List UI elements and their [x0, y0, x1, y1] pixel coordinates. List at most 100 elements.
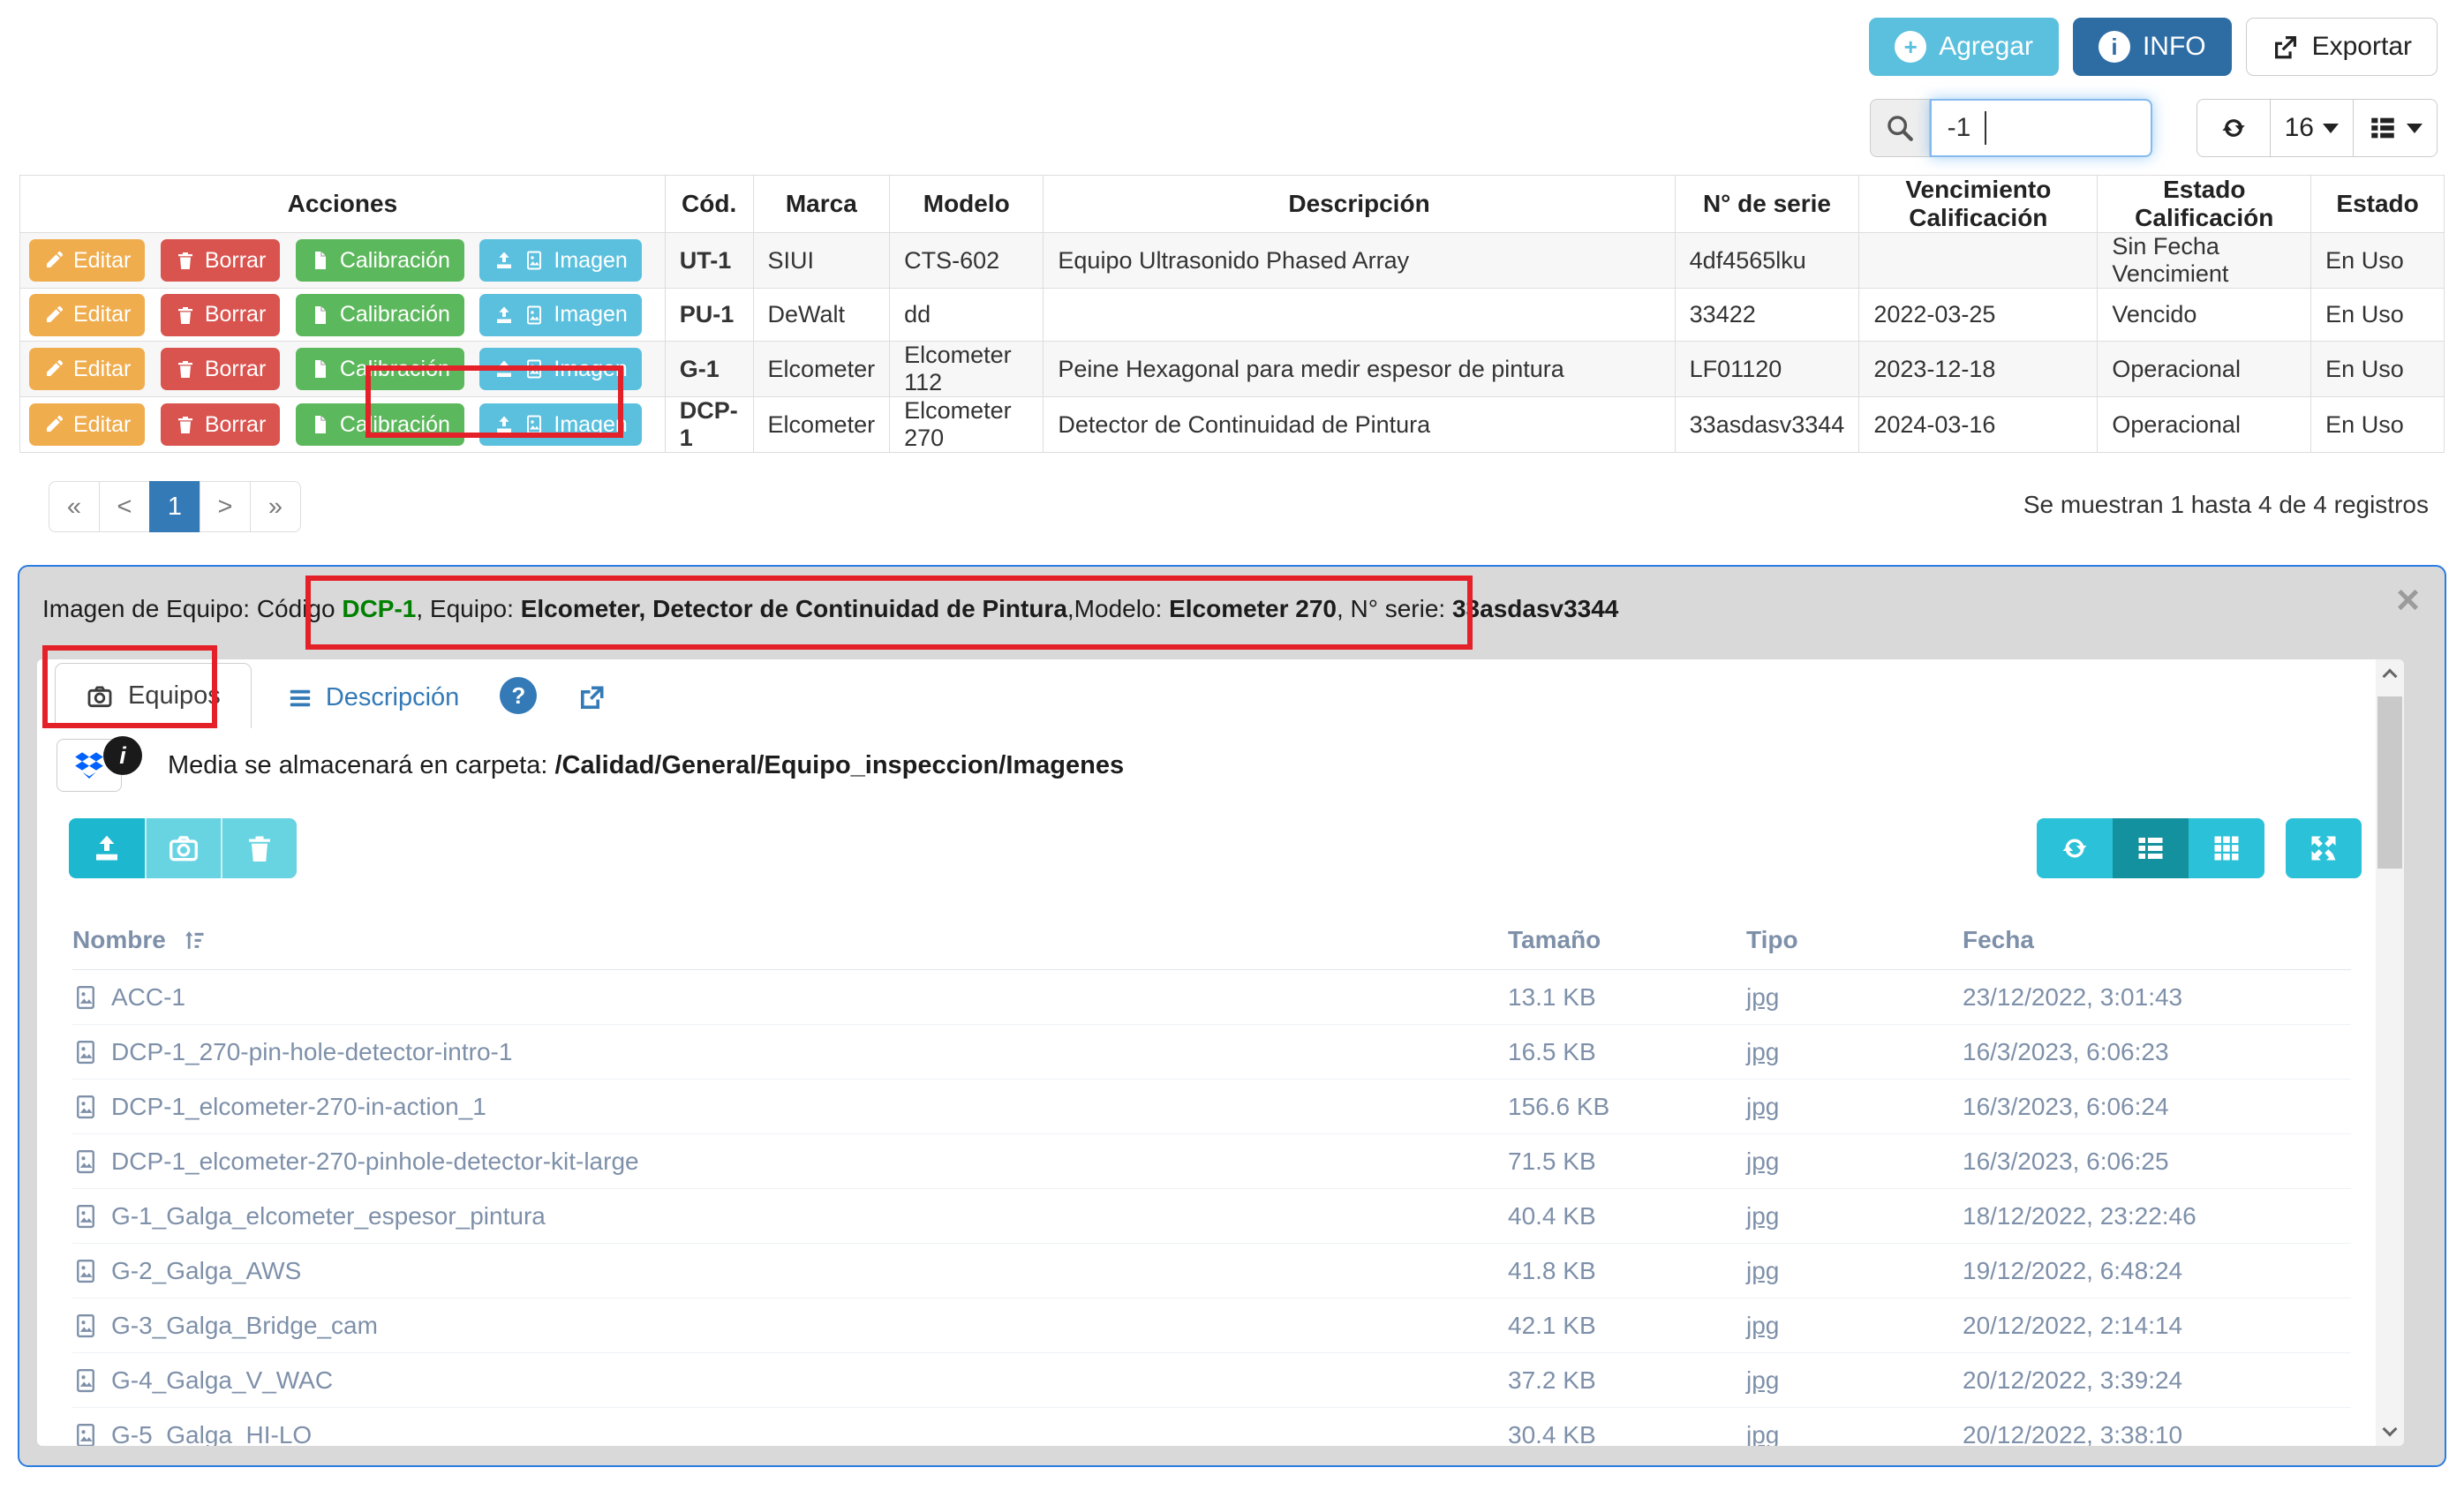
serie-cell: 4df4565lku [1675, 233, 1859, 289]
file-image-icon [72, 1039, 99, 1065]
editar-button[interactable]: Editar [29, 294, 145, 336]
imagen-button-dcp1[interactable]: Imagen [479, 403, 641, 446]
file-header-tipo[interactable]: Tipo [1746, 926, 1963, 954]
editar-button[interactable]: Editar [29, 403, 145, 446]
file-header-tamano[interactable]: Tamaño [1508, 926, 1746, 954]
file-date: 23/12/2022, 3:01:43 [1963, 983, 2351, 1012]
file-type-link[interactable]: jpg [1746, 1148, 1963, 1176]
fullscreen-button[interactable] [2286, 818, 2362, 878]
file-name-link[interactable]: G-3_Galga_Bridge_cam [72, 1312, 1508, 1340]
borrar-button[interactable]: Borrar [161, 403, 280, 446]
exportar-button[interactable]: Exportar [2246, 18, 2438, 76]
table-controls: 16 [2197, 99, 2438, 157]
modelo-cell: Elcometer 270 [890, 397, 1044, 453]
file-name-link[interactable]: DCP-1_elcometer-270-in-action_1 [72, 1093, 1508, 1121]
estado-cell: En Uso [2311, 289, 2445, 342]
modal-title-modelo-label: ,Modelo: [1067, 595, 1169, 622]
borrar-button[interactable]: Borrar [161, 294, 280, 336]
editar-button[interactable]: Editar [29, 348, 145, 390]
file-image-icon [72, 1313, 99, 1339]
page-size-dropdown[interactable]: 16 [2270, 99, 2354, 157]
pagination-next[interactable]: > [200, 481, 251, 532]
help-icon[interactable]: ? [500, 677, 537, 714]
borrar-button[interactable]: Borrar [161, 348, 280, 390]
refresh-button[interactable] [2197, 99, 2271, 157]
calibracion-button[interactable]: Calibración [296, 348, 464, 390]
imagen-button[interactable]: Imagen [479, 294, 641, 336]
file-row: G-1_Galga_elcometer_espesor_pintura 40.4… [72, 1189, 2351, 1244]
list-view-button[interactable] [2113, 818, 2189, 878]
file-type-link[interactable]: jpg [1746, 1421, 1963, 1447]
header-vencimiento[interactable]: Vencimiento Calificación [1859, 176, 2098, 233]
file-type-link[interactable]: jpg [1746, 1038, 1963, 1066]
file-type-link[interactable]: jpg [1746, 1312, 1963, 1340]
file-name-link[interactable]: G-1_Galga_elcometer_espesor_pintura [72, 1202, 1508, 1230]
external-link-icon[interactable] [576, 682, 607, 714]
tab-equipos[interactable]: Equipos [55, 663, 252, 728]
camera-capture-button[interactable] [145, 818, 221, 878]
vertical-scrollbar[interactable] [2376, 659, 2404, 1446]
file-type-link[interactable]: jpg [1746, 1257, 1963, 1285]
delete-files-button[interactable] [221, 818, 297, 878]
header-marca[interactable]: Marca [753, 176, 890, 233]
borrar-label: Borrar [205, 357, 266, 382]
upload-icon [494, 358, 515, 380]
pagination-first[interactable]: « [49, 481, 100, 532]
borrar-button[interactable]: Borrar [161, 239, 280, 282]
file-name-link[interactable]: G-2_Galga_AWS [72, 1257, 1508, 1285]
borrar-label: Borrar [205, 412, 266, 438]
columns-dropdown[interactable] [2353, 99, 2438, 157]
pagination-last[interactable]: » [250, 481, 301, 532]
header-cod[interactable]: Cód. [665, 176, 753, 233]
calibracion-button[interactable]: Calibración [296, 239, 464, 282]
file-name-link[interactable]: ACC-1 [72, 983, 1508, 1012]
file-type-link[interactable]: jpg [1746, 1366, 1963, 1395]
grid-view-button[interactable] [2189, 818, 2264, 878]
calibracion-label: Calibración [340, 357, 450, 382]
header-estado[interactable]: Estado [2311, 176, 2445, 233]
file-type-link[interactable]: jpg [1746, 983, 1963, 1012]
upload-button[interactable] [69, 818, 145, 878]
scroll-down-arrow[interactable] [2376, 1412, 2404, 1446]
header-serie[interactable]: N° de serie [1675, 176, 1859, 233]
file-row: G-3_Galga_Bridge_cam 42.1 KB jpg 20/12/2… [72, 1298, 2351, 1353]
pagination-page-1[interactable]: 1 [149, 481, 200, 532]
pagination-prev[interactable]: < [99, 481, 150, 532]
tab-descripcion[interactable]: Descripción [287, 683, 460, 712]
list-view-icon [2135, 832, 2166, 864]
estado-calificacion-cell: Sin Fecha Vencimient [2098, 233, 2311, 289]
header-estado-calificacion[interactable]: Estado Calificación [2098, 176, 2311, 233]
file-name-link[interactable]: DCP-1_elcometer-270-pinhole-detector-kit… [72, 1148, 1508, 1176]
file-name-link[interactable]: DCP-1_270-pin-hole-detector-intro-1 [72, 1038, 1508, 1066]
file-name-link[interactable]: G-5_Galga_HI-LO [72, 1421, 1508, 1447]
imagen-button[interactable]: Imagen [479, 348, 641, 390]
header-descripcion[interactable]: Descripción [1044, 176, 1675, 233]
file-type-link[interactable]: jpg [1746, 1202, 1963, 1230]
scrollbar-thumb[interactable] [2377, 696, 2402, 869]
media-folder-note: Media se almacenará en carpeta: /Calidad… [168, 751, 1124, 780]
file-type-link[interactable]: jpg [1746, 1093, 1963, 1121]
scroll-up-arrow[interactable] [2376, 659, 2404, 693]
editar-button[interactable]: Editar [29, 239, 145, 282]
imagen-button[interactable]: Imagen [479, 239, 641, 282]
file-header-nombre[interactable]: Nombre [72, 926, 1508, 954]
agregar-button[interactable]: + Agregar [1869, 18, 2059, 76]
close-icon[interactable]: × [2396, 576, 2420, 623]
trash-icon [175, 305, 196, 326]
file-image-icon [72, 1148, 99, 1175]
calibracion-button[interactable]: Calibración [296, 403, 464, 446]
refresh-files-button[interactable] [2037, 818, 2113, 878]
file-header-fecha[interactable]: Fecha [1963, 926, 2351, 954]
header-modelo[interactable]: Modelo [890, 176, 1044, 233]
calibracion-button[interactable]: Calibración [296, 294, 464, 336]
file-row: ACC-1 13.1 KB jpg 23/12/2022, 3:01:43 [72, 970, 2351, 1025]
dropbox-button[interactable]: i [57, 739, 122, 792]
editar-label: Editar [73, 302, 131, 327]
file-name-link[interactable]: G-4_Galga_V_WAC [72, 1366, 1508, 1395]
file-date: 20/12/2022, 2:14:14 [1963, 1312, 2351, 1340]
info-button[interactable]: i INFO [2073, 18, 2232, 76]
file-date: 20/12/2022, 3:39:24 [1963, 1366, 2351, 1395]
search-input[interactable] [1930, 99, 2152, 157]
table-row: Editar Borrar Calibración Imagen UT-1 SI… [20, 233, 2445, 289]
agregar-label: Agregar [1939, 32, 2033, 62]
